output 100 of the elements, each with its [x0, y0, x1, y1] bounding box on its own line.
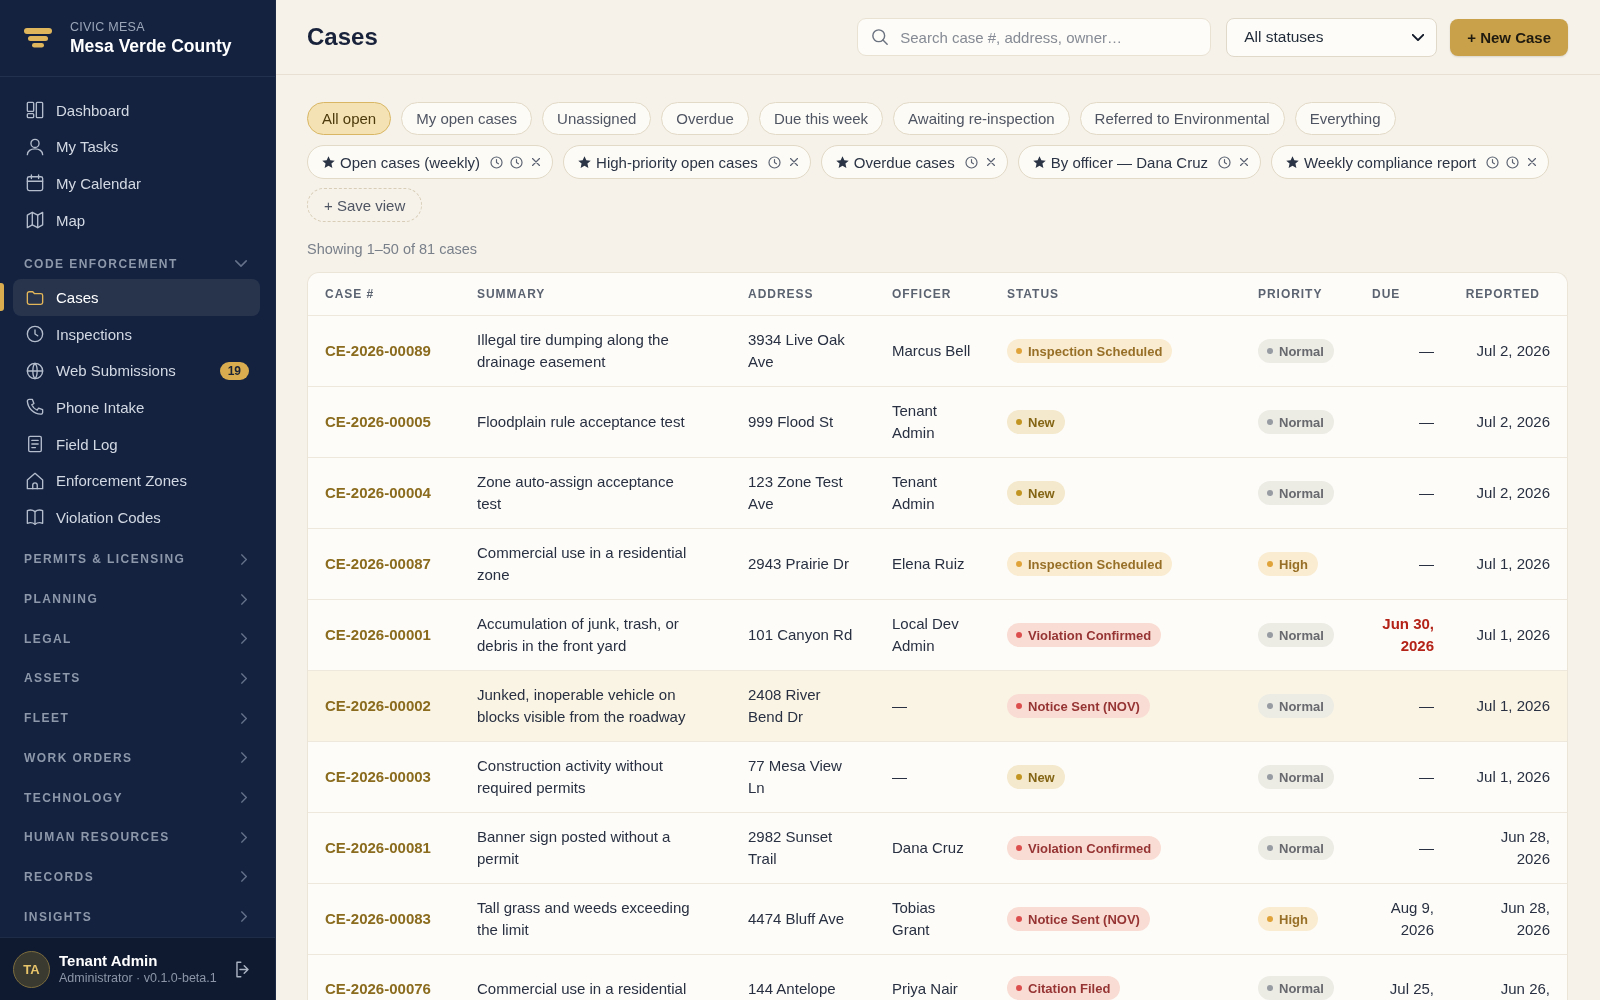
reported-date: Jul 1, 2026 [1476, 767, 1550, 787]
section-header[interactable]: LEGAL [13, 618, 260, 659]
nav-item[interactable]: Enforcement Zones [13, 462, 260, 499]
column-header: STATUS [1007, 287, 1059, 301]
saved-view-chip[interactable]: By officer — Dana Cruz [1017, 145, 1261, 179]
case-summary: Junked, inoperable vehicle on blocks visible from the roadway [477, 685, 687, 727]
saved-view-chip[interactable]: Open cases (weekly) [307, 145, 554, 179]
case-link[interactable]: CE-2026-00003 [325, 766, 431, 788]
table-row[interactable]: CE-2026-00076 Commercial use in a residential 144 Antelope Priya Nair Citation Filed Normal Jul 25, Jun 26, [308, 955, 1567, 1000]
column-header: DUE [1372, 287, 1401, 301]
close-icon[interactable] [532, 158, 541, 166]
section-header[interactable]: ASSETS [13, 658, 260, 699]
star-icon [835, 155, 849, 169]
section-header[interactable]: FLEET [13, 698, 260, 738]
case-link[interactable]: CE-2026-00087 [325, 553, 431, 575]
case-link[interactable]: CE-2026-00089 [325, 340, 431, 362]
reported-date: Jul 2, 2026 [1476, 341, 1550, 361]
section-header[interactable]: WORK ORDERS [13, 737, 260, 778]
priority-label: High [1279, 911, 1308, 927]
chevron-right-icon [241, 672, 247, 684]
nav-item[interactable]: Inspections [13, 315, 260, 353]
house-icon [26, 471, 44, 490]
column-header: CASE # [325, 287, 375, 301]
nav-item[interactable]: Map [13, 201, 260, 239]
section-header[interactable]: HUMAN RESOURCES [13, 817, 260, 858]
table-row[interactable]: CE-2026-00087 Commercial use in a residential zone 2943 Prairie Dr Elena Ruiz Inspection Scheduled High — Jul 1, 2026 [308, 529, 1567, 600]
table-row[interactable]: CE-2026-00089 Illegal tire dumping along the drainage easement 3934 Live Oak Ave Marcus Bell Inspection Scheduled Normal — Jul 2, 2026 [308, 316, 1567, 387]
status-select[interactable]: All statuses [1226, 17, 1438, 57]
column-header: PRIORITY [1258, 287, 1323, 301]
due-date: — [1419, 341, 1434, 361]
case-address: 123 Zone Test Ave [748, 472, 844, 514]
close-icon[interactable] [1240, 158, 1248, 166]
case-summary: Zone auto-assign acceptance test [477, 472, 675, 514]
chevron-right-icon [241, 553, 247, 565]
star-icon [1286, 155, 1299, 169]
filter-chip[interactable]: Due this week [758, 102, 884, 135]
filter-chip[interactable]: Referred to Environmental [1079, 102, 1285, 135]
filter-chip[interactable]: Awaiting re-inspection [893, 102, 1070, 135]
filter-chip[interactable]: Unassigned [542, 102, 652, 135]
section-header[interactable]: INSIGHTS [13, 896, 260, 937]
saved-view-chip[interactable]: High-priority open cases [563, 145, 811, 179]
chevron-right-icon [241, 911, 247, 923]
clock-icon [26, 325, 44, 344]
nav-item[interactable]: My Calendar [13, 165, 260, 202]
book-icon [26, 508, 44, 527]
filter-chip[interactable]: All open [307, 102, 392, 135]
case-link[interactable]: CE-2026-00001 [325, 624, 431, 646]
saved-view-chip[interactable]: Overdue cases [820, 145, 1008, 179]
section-header[interactable]: RECORDS [13, 857, 260, 897]
case-summary: Accumulation of junk, trash, or debris in the front yard [477, 614, 680, 656]
table-row[interactable]: CE-2026-00003 Construction activity without required permits 77 Mesa View Ln — New Normal — Jul 1, 2026 [308, 742, 1567, 813]
section-header[interactable]: TECHNOLOGY [13, 777, 260, 818]
officer-name: Tenant Admin [892, 401, 939, 443]
new-case-button[interactable]: + New Case [1450, 18, 1568, 56]
map-icon [26, 211, 44, 230]
logout-icon[interactable] [234, 960, 251, 978]
case-link[interactable]: CE-2026-00076 [325, 978, 431, 1000]
due-date: Jul 25, [1389, 979, 1434, 999]
due-date: — [1419, 696, 1434, 716]
table-row[interactable]: CE-2026-00005 Floodplain rule acceptance test 999 Flood St Tenant Admin New Normal — Jul 2, 2026 [308, 387, 1567, 458]
case-summary: Tall grass and weeds exceeding the limit [477, 898, 691, 940]
case-link[interactable]: CE-2026-00081 [325, 837, 431, 859]
nav-item[interactable]: Phone Intake [13, 389, 260, 426]
case-link[interactable]: CE-2026-00004 [325, 482, 431, 504]
search-icon [872, 29, 889, 45]
saved-view-chip[interactable]: Weekly compliance report [1271, 145, 1550, 179]
nav-item[interactable]: My Tasks [13, 128, 260, 166]
table-row[interactable]: CE-2026-00081 Banner sign posted without a permit 2982 Sunset Trail Dana Cruz Violation Confirmed Normal — Jun 28, 2026 [308, 813, 1567, 884]
case-link[interactable]: CE-2026-00002 [325, 695, 431, 717]
priority-label: Normal [1279, 485, 1324, 501]
close-icon[interactable] [1528, 158, 1537, 166]
due-date: — [1419, 412, 1434, 432]
search-field[interactable]: Search case #, address, owner… [857, 18, 1212, 56]
section-header[interactable]: PERMITS & LICENSING [13, 539, 260, 580]
case-link[interactable]: CE-2026-00005 [325, 411, 431, 433]
close-icon[interactable] [789, 158, 798, 166]
case-summary: Commercial use in a residential zone [477, 543, 688, 585]
case-link[interactable]: CE-2026-00083 [325, 908, 431, 930]
officer-name: Priya Nair [892, 979, 958, 999]
filter-chip[interactable]: Overdue [661, 102, 749, 135]
status-label: Citation Filed [1028, 980, 1111, 996]
nav-item[interactable]: Violation Codes [13, 498, 260, 536]
section-header[interactable]: CODE ENFORCEMENT [13, 238, 260, 280]
case-summary: Illegal tire dumping along the drainage easement [477, 330, 670, 372]
filter-chip[interactable]: My open cases [401, 102, 533, 135]
status-label: Violation Confirmed [1028, 627, 1152, 643]
section-header[interactable]: PLANNING [13, 579, 260, 619]
table-row[interactable]: CE-2026-00002 Junked, inoperable vehicle on blocks visible from the roadway 2408 River Bend Dr — Notice Sent (NOV) Normal — Jul 1, 2026 [308, 671, 1567, 742]
priority-label: Normal [1279, 698, 1324, 714]
officer-name: Tobias Grant [892, 898, 937, 940]
nav-item[interactable]: Field Log [13, 425, 260, 463]
table-row[interactable]: CE-2026-00004 Zone auto-assign acceptance test 123 Zone Test Ave Tenant Admin New Normal — Jul 2, 2026 [308, 458, 1567, 529]
filter-chip[interactable]: Everything [1294, 102, 1396, 135]
officer-name: Marcus Bell [892, 341, 971, 361]
close-icon[interactable] [986, 158, 995, 166]
nav-item[interactable]: Web Submissions 19 [13, 352, 260, 390]
nav-item[interactable]: Dashboard [13, 92, 260, 129]
chevron-right-icon [241, 752, 247, 764]
table-row[interactable]: CE-2026-00083 Tall grass and weeds exceeding the limit 4474 Bluff Ave Tobias Grant Notice Sent (NOV) High Aug 9, 2026 Jun 28, 2026 [308, 884, 1567, 955]
chevron-right-icon [241, 871, 247, 883]
